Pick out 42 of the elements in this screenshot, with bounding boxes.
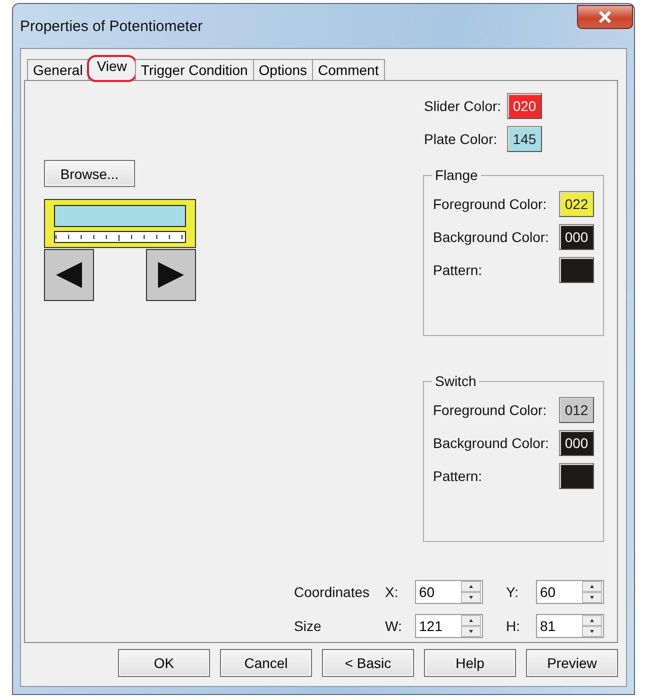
field-label: H: xyxy=(506,618,521,634)
field-label: Y: xyxy=(506,584,520,600)
color-label: Slider Color: xyxy=(424,98,502,114)
row-label: Coordinates xyxy=(294,584,370,600)
spin-arrows-icon[interactable] xyxy=(461,580,481,602)
close-icon xyxy=(598,11,612,23)
close-button[interactable] xyxy=(577,5,633,29)
tab[interactable]: View xyxy=(88,56,136,81)
group-title: Switch xyxy=(432,373,480,389)
color-label: Foreground Color: xyxy=(433,196,547,212)
color-swatch[interactable] xyxy=(559,257,594,283)
field-label: W: xyxy=(385,618,403,634)
dialog-button[interactable]: OK xyxy=(118,649,210,677)
window-title: Properties of Potentiometer xyxy=(20,18,203,35)
tab[interactable]: Trigger Condition xyxy=(134,59,254,80)
browse-button[interactable]: Browse... xyxy=(44,160,135,187)
color-label: Pattern: xyxy=(433,262,482,278)
color-swatch[interactable]: 000 xyxy=(559,224,594,250)
dialog-button[interactable]: Cancel xyxy=(220,649,312,677)
color-label: Background Color: xyxy=(433,229,549,245)
color-swatch[interactable] xyxy=(559,463,594,489)
field-label: X: xyxy=(385,584,400,600)
tab[interactable]: Options xyxy=(252,59,314,80)
dialog-button[interactable]: Help xyxy=(424,649,516,677)
color-swatch[interactable]: 012 xyxy=(559,397,594,423)
dialog-button[interactable]: Preview xyxy=(526,649,618,677)
spin-arrows-icon[interactable] xyxy=(461,614,481,636)
row-label: Size xyxy=(294,618,322,634)
color-swatch[interactable]: 000 xyxy=(559,430,594,456)
tab[interactable]: General xyxy=(27,59,89,80)
spin-arrows-icon[interactable] xyxy=(582,614,602,636)
group-title: Flange xyxy=(432,167,481,183)
color-label: Pattern: xyxy=(433,468,482,484)
color-label: Plate Color: xyxy=(424,130,498,146)
color-label: Background Color: xyxy=(433,435,549,451)
color-swatch[interactable]: 020 xyxy=(507,92,542,118)
dialog-button[interactable]: < Basic xyxy=(322,649,414,677)
color-swatch[interactable]: 145 xyxy=(507,126,542,152)
spin-arrows-icon[interactable] xyxy=(582,580,602,602)
color-swatch[interactable]: 022 xyxy=(559,191,594,217)
tab[interactable]: Comment xyxy=(312,59,385,80)
color-label: Foreground Color: xyxy=(433,402,547,418)
